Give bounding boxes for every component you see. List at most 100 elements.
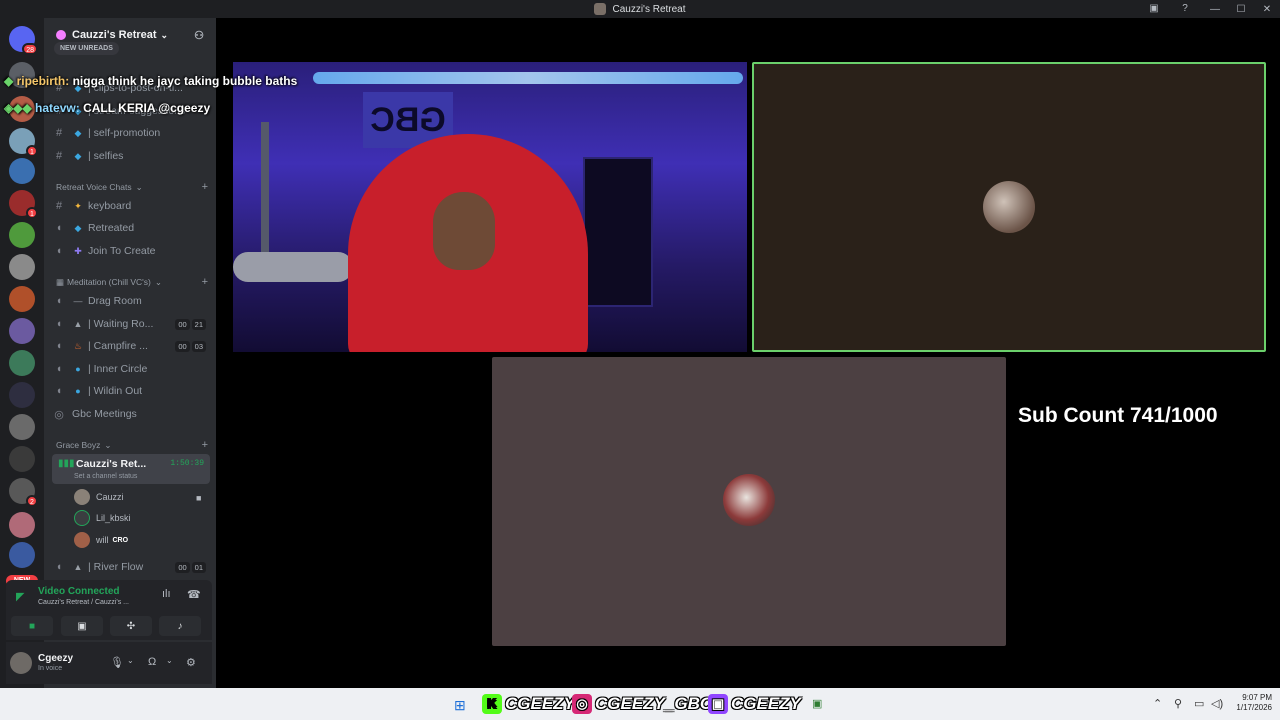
sneaker-shelf (583, 157, 653, 307)
channel-campfire[interactable]: ◖ ♨ | Campfire ... 00 03 (52, 336, 212, 356)
add-channel-icon[interactable]: + (202, 181, 208, 193)
server-icon-13[interactable] (9, 446, 35, 472)
server-icon-15[interactable] (9, 512, 35, 538)
webcam-video-tile[interactable]: GBC (233, 62, 747, 352)
active-voice-channel[interactable]: ▮▮▮ Cauzzi's Ret... 1:50:39 Set a channe… (52, 454, 210, 484)
chevron-down-icon[interactable]: ⌄ (127, 656, 134, 665)
system-clock[interactable]: 9:07 PM 1/17/2026 (1228, 693, 1272, 713)
close-button[interactable]: ✕ (1254, 4, 1280, 15)
maximize-button[interactable]: ☐ (1228, 4, 1254, 15)
clock-time: 9:07 PM (1242, 693, 1272, 702)
channel-gbc-meetings[interactable]: ◎ Gbc Meetings (52, 404, 212, 424)
category-emoji-icon: ▦ (56, 276, 65, 287)
home-button[interactable]: 28 (9, 26, 38, 55)
user-avatar[interactable] (10, 652, 32, 674)
new-unreads-pill[interactable]: NEW UNREADS (54, 42, 119, 55)
network-icon[interactable]: ▭ (1194, 697, 1204, 710)
noise-suppression-icon[interactable]: ılı (162, 588, 171, 600)
chat-text: CALL KERIA @cgeezy (83, 101, 211, 115)
server-icon-12[interactable] (9, 414, 35, 440)
channel-self-promotion[interactable]: # ◆ | self-promotion (52, 123, 212, 143)
microphone (233, 252, 353, 282)
voice-member-cauzzi[interactable]: Cauzzi (74, 488, 124, 506)
speaker-icon: ◖ (55, 295, 63, 307)
chevron-down-icon[interactable]: ⌄ (166, 656, 173, 665)
channel-river-flow[interactable]: ◖ ▲ | River Flow 00 01 (52, 557, 212, 577)
voice-status-subtitle[interactable]: Cauzzi's Retreat / Cauzzi's ... (38, 599, 129, 606)
soundboard-button[interactable]: ♪ (159, 616, 201, 636)
server-icon-14[interactable]: 2 (9, 478, 38, 507)
channel-label: | Waiting Ro... (88, 318, 154, 330)
participant-avatar (723, 474, 775, 526)
chevron-up-icon[interactable]: ⌃ (1153, 697, 1162, 710)
server-icon-3[interactable]: 1 (9, 128, 38, 157)
help-icon[interactable]: ? (1178, 2, 1192, 16)
channel-selfies[interactable]: # ◆ | selfies (52, 146, 212, 166)
category-label: Grace Boyz (56, 440, 101, 450)
channel-status-prompt[interactable]: Set a channel status (74, 473, 137, 480)
window-controls: — ☐ ✕ (1202, 0, 1280, 18)
add-channel-icon[interactable]: + (202, 439, 208, 451)
chat-message: ◈◆◆ hatevw: CALL KERIA @cgeezy (4, 99, 304, 117)
channel-inner-circle[interactable]: ◖ ● | Inner Circle (52, 359, 212, 379)
category-grace-boyz[interactable]: Grace Boyz ⌄ + (56, 438, 208, 452)
server-badge: 2 (26, 495, 38, 507)
member-name: Cauzzi (96, 492, 124, 502)
channel-label: Retreated (88, 222, 135, 234)
microphone-icon[interactable]: 🎙 (110, 656, 124, 669)
count-current: 00 (175, 340, 190, 352)
chevron-down-icon: ⌄ (104, 439, 112, 450)
member-name: Lil_kbski (96, 513, 131, 523)
invite-icon[interactable]: ⚇ (194, 29, 204, 42)
channel-drag-room[interactable]: ◖ — Drag Room (52, 291, 212, 311)
server-icon-16[interactable] (9, 542, 35, 568)
channel-keyboard[interactable]: # ✦ keyboard (52, 196, 212, 216)
channel-join-to-create[interactable]: ◖ ✚ Join To Create (52, 241, 212, 261)
channel-retreated[interactable]: ◖ ◆ Retreated (52, 218, 212, 238)
active-channel-timer: 1:50:39 (170, 459, 204, 468)
server-icon-6[interactable] (9, 222, 35, 248)
server-icon-9[interactable] (9, 318, 35, 344)
add-channel-icon[interactable]: + (202, 276, 208, 288)
screen-share-button[interactable]: ▣ (61, 616, 103, 636)
windows-start-icon[interactable]: ⊞ (454, 697, 466, 714)
server-icon-7[interactable] (9, 254, 35, 280)
twitch-handle: ▣ CGEEZY (708, 693, 801, 715)
speaker-icon: ◖ (55, 340, 63, 352)
count-limit: 01 (191, 561, 206, 573)
category-meditation[interactable]: ▦ Meditation (Chill VC's) ⌄ + (56, 275, 208, 289)
emoji-icon: ▲ (73, 562, 83, 572)
minimize-button[interactable]: — (1202, 4, 1228, 15)
voice-status-title[interactable]: Video Connected (38, 586, 120, 597)
video-tile-participant[interactable] (492, 357, 1006, 646)
voice-member-lil-kbski[interactable]: Lil_kbski (74, 509, 131, 527)
activities-button[interactable]: ✣ (110, 616, 152, 636)
category-retreat-voice-chats[interactable]: Retreat Voice Chats ⌄ + (56, 180, 208, 194)
app-taskbar-icon[interactable]: ▣ (812, 697, 822, 710)
server-icon-4[interactable] (9, 158, 35, 184)
gear-icon[interactable]: ⚙ (186, 656, 196, 669)
channel-waiting-room[interactable]: ◖ ▲ | Waiting Ro... 00 21 (52, 314, 212, 334)
headphones-icon[interactable]: Ω (148, 656, 156, 668)
microphone-tray-icon[interactable]: ⚲ (1174, 697, 1182, 710)
boost-icon (56, 30, 66, 40)
server-icon (594, 3, 607, 15)
user-name[interactable]: Cgeezy (38, 653, 73, 664)
member-tag: CRO (112, 536, 129, 544)
server-icon-11[interactable] (9, 382, 35, 408)
server-icon-5[interactable]: 1 (9, 190, 38, 219)
volume-icon[interactable]: ◁) (1211, 697, 1223, 710)
disconnect-icon[interactable]: ☎ (187, 588, 201, 601)
channel-label: | selfies (88, 150, 124, 162)
camera-button[interactable]: ■ (11, 616, 53, 636)
video-tile-speaking[interactable] (752, 62, 1266, 352)
user-count: 00 01 (175, 561, 206, 573)
stage-icon: ◎ (54, 408, 64, 421)
activities-icon: ✣ (126, 620, 136, 632)
server-icon-10[interactable] (9, 350, 35, 376)
channel-wildin-out[interactable]: ◖ ● | Wildin Out (52, 381, 212, 401)
inbox-icon[interactable]: ▣ (1147, 2, 1161, 16)
voice-member-will[interactable]: will CRO (74, 531, 128, 549)
server-icon-8[interactable] (9, 286, 35, 312)
hash-icon: # (55, 127, 63, 139)
